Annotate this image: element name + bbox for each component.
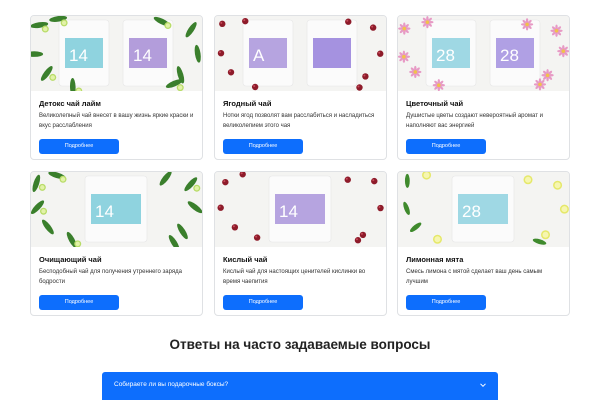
tea-pack-sour-image: 14 [215,172,386,247]
tea-pack-lime-image: 14 14 [31,16,202,91]
details-button[interactable]: Подробнее [223,139,303,154]
product-card: 28 28 Цветочный чай Душистые цветы создают … [397,15,570,160]
details-button[interactable]: Подробнее [39,139,119,154]
product-card: 14 14 Детокс чай лайм Великолепный чай внес… [30,15,203,160]
pack-label-number: A [253,46,265,65]
tea-pack-berry-image: A [215,16,386,91]
details-button[interactable]: Подробнее [223,295,303,310]
product-title: Очищающий чай [39,255,102,264]
product-card: A Ягодный чай Нотки ягод позволят вам расс… [214,15,387,160]
pack-label-number: 14 [279,202,298,221]
tea-pack-lemon-mint-image: 28 [398,172,569,247]
product-description: Кислый чай для настоящих ценителей кисли… [223,269,366,285]
product-description: Нотки ягод позволят вам расслабиться и н… [223,113,375,129]
details-button[interactable]: Подробнее [406,295,486,310]
product-title: Цветочный чай [406,99,464,108]
product-title: Кислый чай [223,255,268,264]
pack-label-number: 14 [95,202,114,221]
product-title: Детокс чай лайм [39,99,101,108]
product-title: Ягодный чай [223,99,272,108]
product-description: Бесподобный чай для получения утреннего … [39,269,182,285]
details-button[interactable]: Подробнее [39,295,119,310]
product-card: 14 Кислый чай Кислый чай для настоящих цен… [214,171,387,316]
pack-label-number: 28 [500,46,519,65]
details-button[interactable]: Подробнее [406,139,486,154]
product-description: Смесь лимона с мятой сделает ваш день са… [406,269,543,285]
pack-label-number: 14 [133,46,152,65]
product-description: Великолепный чай внесет в вашу жизнь ярк… [39,113,194,129]
pack-label-number: 28 [462,202,481,221]
faq-accordion-item[interactable]: Собираете ли вы подарочные боксы? [102,372,498,400]
faq-heading: Ответы на часто задаваемые вопросы [169,337,431,352]
chevron-down-icon [480,383,486,388]
faq-question: Собираете ли вы подарочные боксы? [114,381,229,388]
product-card: 28 Лимонная мята Смесь лимона с мятой сдел… [397,171,570,316]
pack-label-number: 28 [436,46,455,65]
product-description: Душистые цветы создают невероятный арома… [406,113,543,129]
pack-label-number: 14 [69,46,88,65]
tea-pack-cleansing-image: 14 [31,172,202,247]
product-title: Лимонная мята [406,255,464,264]
tea-pack-flower-image: 28 28 [398,16,569,91]
product-card: 14 Очищающий чай Бесподобный чай для получ… [30,171,203,316]
